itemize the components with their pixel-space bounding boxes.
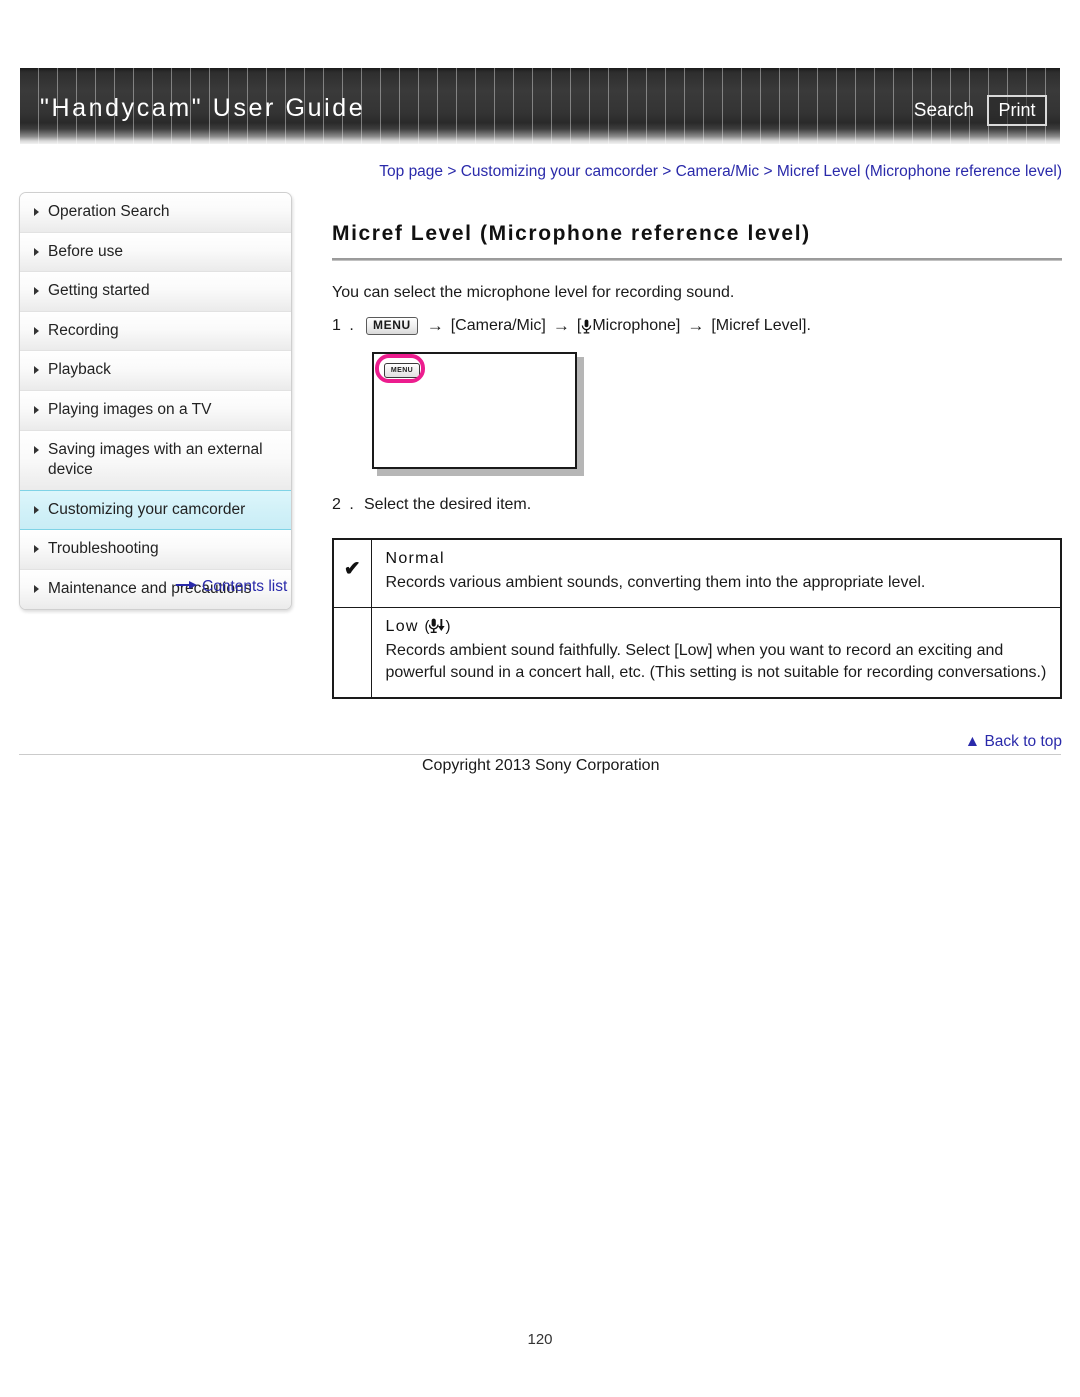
triangle-bullet-icon [34, 545, 39, 554]
triangle-bullet-icon [34, 585, 39, 594]
step-2-number: 2 . [332, 496, 356, 513]
sidebar-item-troubleshooting[interactable]: Troubleshooting [20, 530, 291, 571]
triangle-bullet-icon [34, 445, 39, 454]
sidebar-item-before-use[interactable]: Before use [20, 232, 291, 273]
table-row: ✔ Normal Records various ambient sounds,… [332, 538, 1062, 608]
intro-text: You can select the microphone level for … [332, 284, 735, 301]
sidebar-item-label: Playing images on a TV [48, 401, 212, 419]
microphone-low-icon: ( ) [424, 617, 451, 635]
triangle-bullet-icon [34, 326, 39, 335]
site-title: "Handycam" User Guide [40, 94, 366, 122]
sidebar-item-label: Getting started [48, 282, 150, 300]
step-1-microphone: Microphone] [592, 317, 681, 334]
sidebar-item-label: Recording [48, 321, 119, 339]
magenta-highlight-ring [375, 354, 425, 383]
site-header: "Handycam" User Guide Search Print [20, 68, 1060, 144]
camcorder-screen-illustration: MENU [372, 352, 584, 476]
sidebar-item-getting-started[interactable]: Getting started [20, 272, 291, 312]
triangle-bullet-icon [34, 366, 39, 375]
arrow-icon: → [426, 316, 444, 335]
sidebar-item-label: Playback [48, 361, 111, 379]
option-description-normal: Records various ambient sounds, converti… [385, 574, 926, 591]
option-label-low: Low [385, 617, 419, 635]
contents-list-label: Contents list [202, 578, 288, 596]
checkmark-icon: ✔ [332, 538, 372, 608]
sidebar-item-playback[interactable]: Playback [20, 351, 291, 392]
arrow-icon: → [552, 316, 570, 335]
print-button[interactable]: Print [987, 95, 1047, 126]
menu-button-icon: MENU [366, 316, 418, 336]
triangle-bullet-icon [34, 247, 39, 256]
sidebar-item-recording[interactable]: Recording [20, 311, 291, 352]
sidebar-item-label: Customizing your camcorder [48, 500, 246, 518]
right-arrow-icon [176, 577, 198, 595]
sidebar-item-saving-images-external-device[interactable]: Saving images with an external device [20, 430, 291, 491]
triangle-bullet-icon [34, 505, 39, 514]
sidebar-item-playing-images-on-a-tv[interactable]: Playing images on a TV [20, 391, 291, 431]
sidebar-nav: Operation Search Before use Getting star… [19, 192, 292, 610]
sidebar-item-label: Saving images with an external device [48, 440, 263, 479]
options-table: ✔ Normal Records various ambient sounds,… [332, 538, 1062, 700]
sidebar-item-label: Operation Search [48, 203, 170, 220]
step-2-text: Select the desired item. [364, 496, 532, 513]
page-number: 120 [527, 1331, 553, 1348]
step-1-micref-level: [Micref Level]. [711, 317, 811, 334]
checkmark-cell-empty [332, 606, 372, 699]
sidebar-item-operation-search[interactable]: Operation Search [20, 193, 291, 233]
footer-divider [19, 754, 1061, 755]
option-name-normal: Normal [385, 550, 445, 567]
microphone-icon [581, 319, 592, 335]
breadcrumb[interactable]: Top page > Customizing your camcorder > … [330, 163, 1062, 181]
triangle-bullet-icon [34, 406, 39, 415]
table-row: Low ( ) Records ambient sound faithfully… [332, 606, 1062, 699]
step-1-camera-mic: [Camera/Mic] [450, 317, 546, 334]
step-1-number: 1 . [332, 317, 356, 334]
page-title: Micref Level (Microphone reference level… [332, 222, 811, 245]
step-2: 2 . Select the desired item. [332, 496, 1062, 514]
search-button[interactable]: Search [914, 100, 974, 122]
sidebar-item-label: Troubleshooting [48, 540, 159, 558]
option-description-low: Records ambient sound faithfully. Select… [385, 641, 1047, 682]
main-content: Micref Level (Microphone reference level… [332, 222, 1062, 700]
triangle-bullet-icon [34, 287, 39, 296]
back-to-top-link[interactable]: ▲ Back to top [965, 733, 1062, 751]
option-name-low: Low ( ) [386, 618, 1049, 636]
contents-list-link[interactable]: Contents list [176, 578, 287, 596]
title-divider [332, 258, 1062, 261]
triangle-bullet-icon [34, 208, 39, 216]
copyright-text: Copyright 2013 Sony Corporation [422, 757, 660, 774]
sidebar-item-label: Before use [48, 242, 123, 260]
sidebar-item-customizing-your-camcorder[interactable]: Customizing your camcorder [20, 489, 291, 531]
step-1: 1 . MENU → [Camera/Mic] → [ Microphone] … [332, 316, 1062, 336]
arrow-icon: → [687, 316, 705, 335]
